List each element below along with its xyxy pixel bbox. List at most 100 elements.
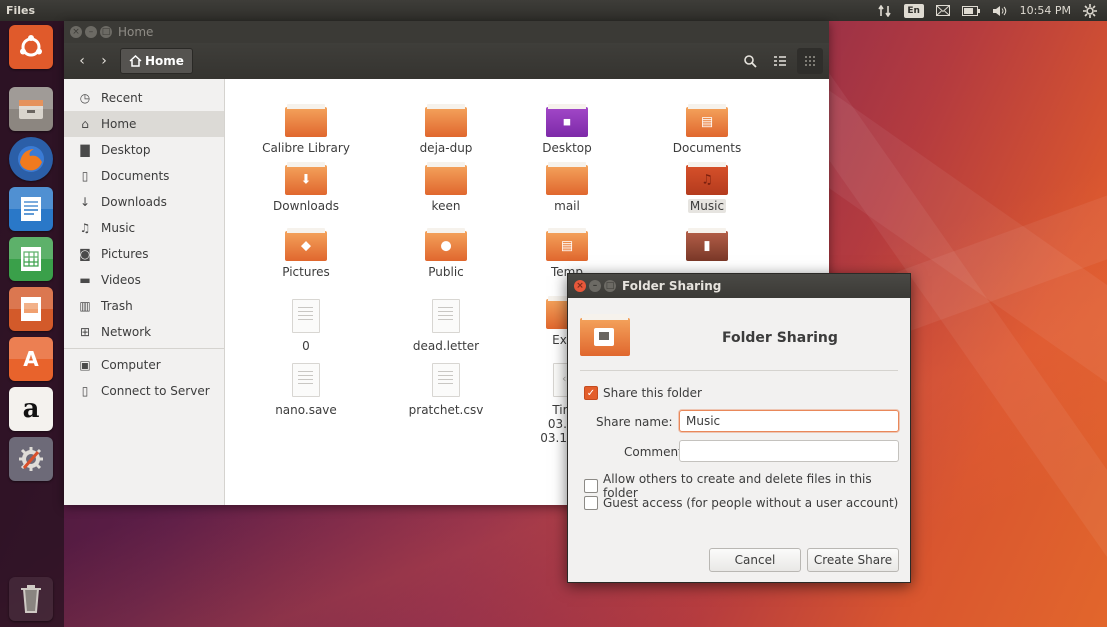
file-name: keen — [431, 199, 461, 213]
file-item-desktop[interactable]: ▪ Desktop — [512, 104, 622, 155]
app-title: Files — [6, 4, 36, 17]
sidebar-item-computer[interactable]: ▣ Computer — [64, 352, 224, 378]
maximize-icon[interactable]: □ — [100, 26, 112, 38]
file-item-mail[interactable]: mail — [512, 162, 622, 213]
sidebar-divider — [64, 348, 224, 349]
sidebar-item-network[interactable]: ⊞ Network — [64, 319, 224, 345]
gear-icon[interactable] — [1083, 3, 1097, 18]
videos-folder-icon: ▮ — [686, 228, 728, 261]
video-icon: ▬ — [79, 273, 91, 287]
sidebar-item-label: Videos — [101, 273, 141, 287]
file-item-pratchet-csv[interactable]: pratchet.csv — [391, 363, 501, 417]
list-view-button[interactable] — [767, 48, 793, 74]
search-button[interactable] — [737, 48, 763, 74]
software-center-icon[interactable]: A — [9, 337, 53, 381]
dialog-divider — [580, 370, 898, 371]
file-name: Music — [687, 199, 727, 213]
dialog-header: Folder Sharing — [578, 312, 898, 362]
sidebar-item-desktop[interactable]: ▇ Desktop — [64, 137, 224, 163]
folder-icon — [425, 104, 467, 137]
minimize-icon[interactable]: – — [85, 26, 97, 38]
file-item-0[interactable]: 0 — [251, 299, 361, 353]
share-name-input[interactable] — [679, 410, 899, 432]
checkbox-box — [584, 479, 598, 493]
sidebar-item-home[interactable]: ⌂ Home — [64, 111, 224, 137]
file-name: mail — [554, 199, 580, 213]
file-item-videos[interactable]: ▮ — [652, 228, 762, 265]
sidebar-item-connect-to-server[interactable]: ▯ Connect to Server — [64, 378, 224, 404]
window-title: Home — [118, 25, 154, 39]
top-panel: Files En 10:54 PM — [0, 0, 1107, 21]
file-item-pictures[interactable]: ◆ Pictures — [251, 228, 361, 279]
trash-icon[interactable] — [9, 577, 53, 621]
home-icon — [129, 55, 142, 67]
amazon-icon[interactable]: a — [9, 387, 53, 431]
downloads-folder-icon: ⬇ — [285, 162, 327, 195]
cancel-button[interactable]: Cancel — [709, 548, 801, 572]
sidebar-item-videos[interactable]: ▬ Videos — [64, 267, 224, 293]
guest-access-checkbox[interactable]: Guest access (for people without a user … — [584, 496, 898, 510]
calc-icon[interactable] — [9, 237, 53, 281]
server-icon: ▯ — [81, 384, 89, 398]
file-item-nano-save[interactable]: nano.save — [251, 363, 361, 417]
folder-sharing-dialog: × – □ Folder Sharing Folder Sharing ✓ Sh… — [567, 273, 911, 583]
file-name: Downloads — [273, 199, 339, 213]
guest-access-label: Guest access (for people without a user … — [603, 496, 899, 510]
spreadsheet-file-icon — [432, 363, 460, 397]
path-home-label: Home — [145, 54, 184, 68]
share-this-folder-label: Share this folder — [603, 386, 702, 400]
camera-icon: ◙ — [79, 247, 91, 261]
ubuntu-dash-icon[interactable] — [9, 25, 53, 69]
files-app-icon[interactable] — [9, 87, 53, 131]
sidebar-item-documents[interactable]: ▯ Documents — [64, 163, 224, 189]
back-button[interactable]: ‹ — [70, 48, 94, 74]
sidebar-item-label: Documents — [101, 169, 170, 183]
sidebar-item-label: Home — [101, 117, 137, 131]
network-transfer-icon[interactable] — [878, 4, 892, 18]
file-name: Desktop — [542, 141, 592, 155]
volume-icon[interactable] — [992, 4, 1008, 18]
grid-view-button[interactable] — [797, 48, 823, 74]
sidebar-item-label: Pictures — [101, 247, 149, 261]
sidebar-item-label: Connect to Server — [101, 384, 210, 398]
file-item-dead-letter[interactable]: dead.letter — [391, 299, 501, 353]
sidebar-item-trash[interactable]: ▥ Trash — [64, 293, 224, 319]
path-home-button[interactable]: Home — [120, 48, 193, 74]
battery-icon[interactable] — [961, 4, 980, 18]
impress-icon[interactable] — [9, 287, 53, 331]
file-item-downloads[interactable]: ⬇ Downloads — [251, 162, 361, 213]
keyboard-layout-indicator[interactable]: En — [903, 3, 924, 18]
sidebar-item-recent[interactable]: ◷ Recent — [64, 85, 224, 111]
maximize-icon[interactable]: □ — [604, 280, 616, 292]
sidebar-item-music[interactable]: ♫ Music — [64, 215, 224, 241]
sidebar-item-pictures[interactable]: ◙ Pictures — [64, 241, 224, 267]
files-titlebar: × – □ Home — [64, 21, 829, 43]
minimize-icon[interactable]: – — [589, 280, 601, 292]
close-icon[interactable]: × — [70, 26, 82, 38]
share-name-label: Share name: — [596, 415, 673, 429]
create-share-button[interactable]: Create Share — [807, 548, 899, 572]
file-item-templates[interactable]: ▤ Temp — [512, 228, 622, 279]
system-settings-icon[interactable] — [9, 437, 53, 481]
file-item-keen[interactable]: keen — [391, 162, 501, 213]
sidebar-item-label: Recent — [101, 91, 143, 105]
share-this-folder-checkbox[interactable]: ✓ Share this folder — [584, 386, 702, 400]
sidebar-item-label: Music — [101, 221, 136, 235]
file-item-documents[interactable]: ▤ Documents — [652, 104, 762, 155]
desktop-icon: ▇ — [80, 143, 90, 157]
folder-icon — [285, 104, 327, 137]
file-item-deja-dup[interactable]: deja-dup — [391, 104, 501, 155]
checkmark-icon: ✓ — [584, 386, 598, 400]
firefox-icon[interactable] — [9, 137, 53, 181]
forward-button[interactable]: › — [94, 48, 114, 74]
file-item-music[interactable]: ♫ Music — [652, 162, 762, 213]
close-icon[interactable]: × — [574, 280, 586, 292]
sidebar-item-downloads[interactable]: ↓ Downloads — [64, 189, 224, 215]
file-item-calibre-library[interactable]: Calibre Library — [251, 104, 361, 155]
file-item-public[interactable]: ● Public — [391, 228, 501, 279]
mail-icon[interactable] — [935, 4, 950, 18]
text-file-icon — [432, 299, 460, 333]
comment-input[interactable] — [679, 440, 899, 462]
clock[interactable]: 10:54 PM — [1020, 4, 1071, 18]
writer-icon[interactable] — [9, 187, 53, 231]
